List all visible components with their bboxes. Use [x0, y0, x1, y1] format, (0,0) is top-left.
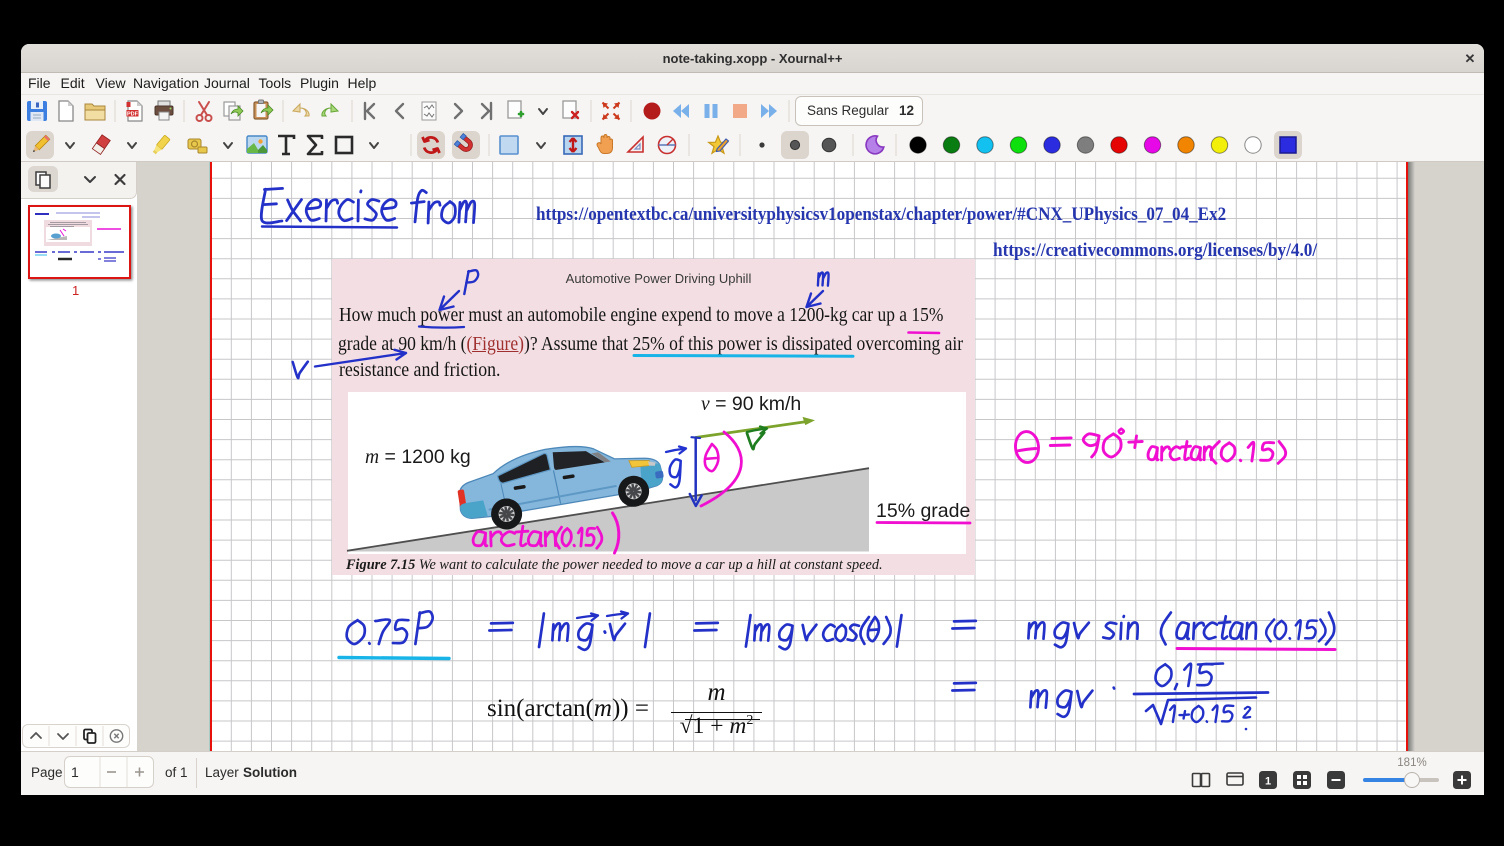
svg-text:PDF: PDF [127, 112, 139, 118]
svg-text:181%: 181% [1397, 757, 1426, 769]
svg-text:1: 1 [1265, 776, 1271, 788]
